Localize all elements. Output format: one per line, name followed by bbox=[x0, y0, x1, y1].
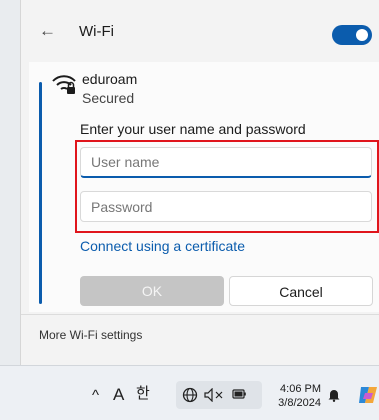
ime-hangul-indicator[interactable]: 한 bbox=[136, 386, 150, 401]
wifi-flyout: ← Wi-Fi eduroam Secured Enter your user … bbox=[20, 0, 379, 365]
speaker-muted-icon bbox=[204, 388, 223, 402]
taskbar-clock[interactable]: 4:06 PM 3/8/2024 bbox=[266, 382, 321, 410]
notification-bell-icon[interactable] bbox=[327, 388, 341, 402]
ok-button[interactable]: OK bbox=[80, 276, 224, 306]
username-input[interactable] bbox=[80, 147, 372, 178]
flyout-header: ← Wi-Fi bbox=[21, 0, 379, 62]
wifi-secured-icon bbox=[52, 75, 76, 94]
network-status: Secured bbox=[82, 90, 135, 106]
password-input[interactable] bbox=[80, 191, 372, 222]
certificate-link[interactable]: Connect using a certificate bbox=[80, 238, 245, 254]
credentials-prompt: Enter your user name and password bbox=[80, 121, 306, 137]
ime-mode-indicator[interactable]: A bbox=[113, 386, 124, 403]
wifi-toggle[interactable] bbox=[332, 25, 372, 45]
cancel-button[interactable]: Cancel bbox=[229, 276, 373, 306]
back-arrow-icon[interactable]: ← bbox=[39, 22, 56, 39]
footer-divider bbox=[21, 314, 379, 315]
globe-icon bbox=[182, 387, 198, 403]
network-name: eduroam bbox=[82, 71, 138, 87]
clock-time: 4:06 PM bbox=[280, 383, 321, 395]
toggle-knob bbox=[356, 29, 368, 41]
more-wifi-settings-link[interactable]: More Wi-Fi settings bbox=[39, 328, 142, 342]
header-title: Wi-Fi bbox=[79, 23, 114, 40]
copilot-icon[interactable] bbox=[357, 384, 379, 406]
taskbar: ^ A 한 4:06 PM 3/8/2024 bbox=[0, 365, 379, 420]
clock-date: 3/8/2024 bbox=[278, 397, 321, 409]
selection-indicator bbox=[39, 82, 42, 304]
chevron-up-icon[interactable]: ^ bbox=[92, 388, 99, 403]
network-card: eduroam Secured Enter your user name and… bbox=[29, 62, 379, 312]
battery-charging-icon bbox=[232, 389, 246, 399]
